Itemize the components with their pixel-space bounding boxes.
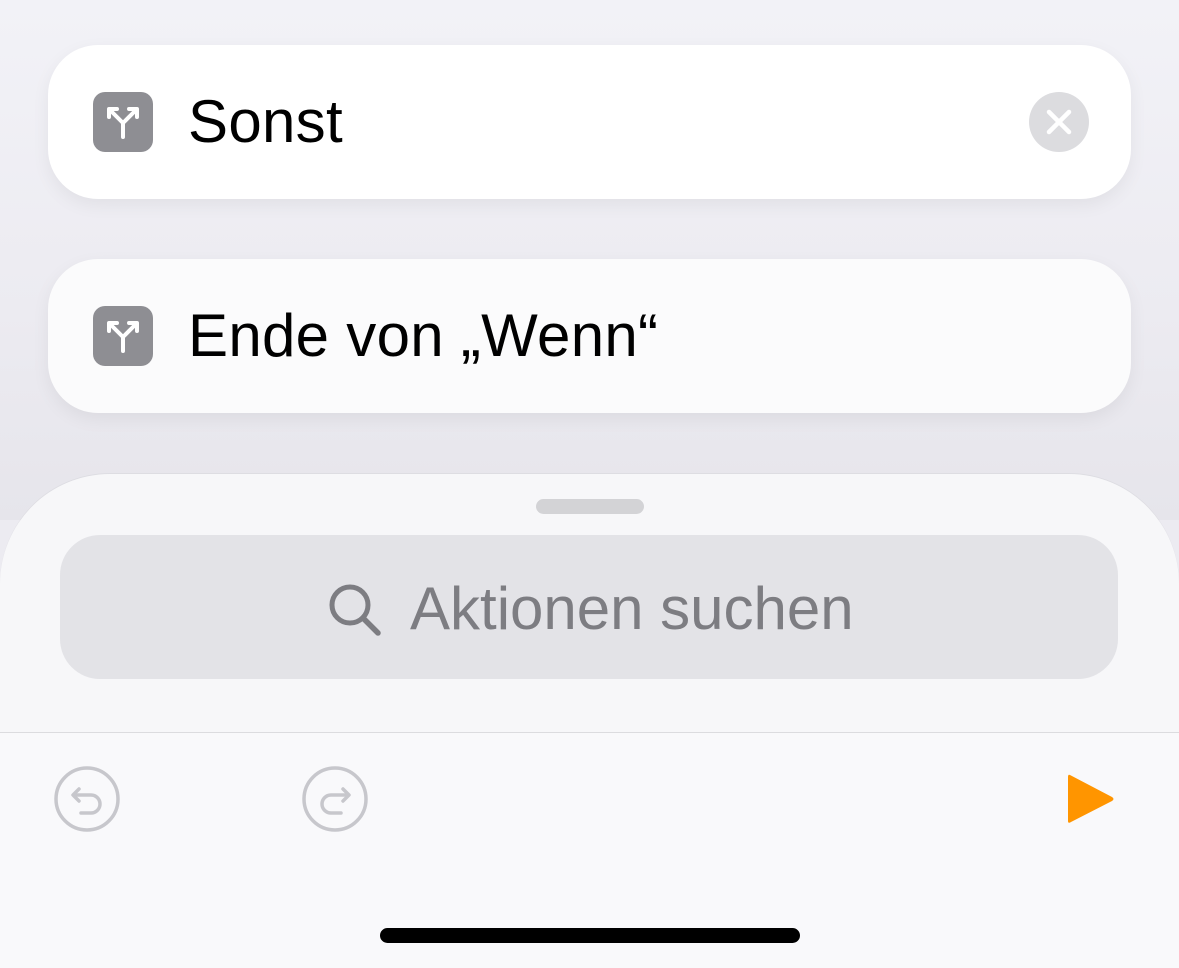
search-input[interactable]: Aktionen suchen [60,535,1118,679]
editor-toolbar [0,732,1179,968]
home-indicator [380,928,800,943]
action-label: Sonst [188,88,343,155]
remove-action-button[interactable] [1029,92,1089,152]
play-icon [1068,774,1114,823]
undo-button[interactable] [53,765,121,833]
actions-sheet: Aktionen suchen [0,474,1179,968]
redo-icon [302,766,368,832]
branch-icon [93,306,153,366]
close-icon [1046,109,1072,135]
branch-icon [93,92,153,152]
search-placeholder: Aktionen suchen [410,575,854,642]
action-card-sonst[interactable]: Sonst [48,45,1131,199]
sheet-grabber[interactable] [536,499,644,514]
search-icon [329,584,381,636]
action-card-end-if[interactable]: Ende von „Wenn“ [48,259,1131,413]
redo-button[interactable] [301,765,369,833]
run-shortcut-button[interactable] [1060,769,1120,829]
undo-icon [54,766,120,832]
action-label: Ende von „Wenn“ [188,302,659,369]
